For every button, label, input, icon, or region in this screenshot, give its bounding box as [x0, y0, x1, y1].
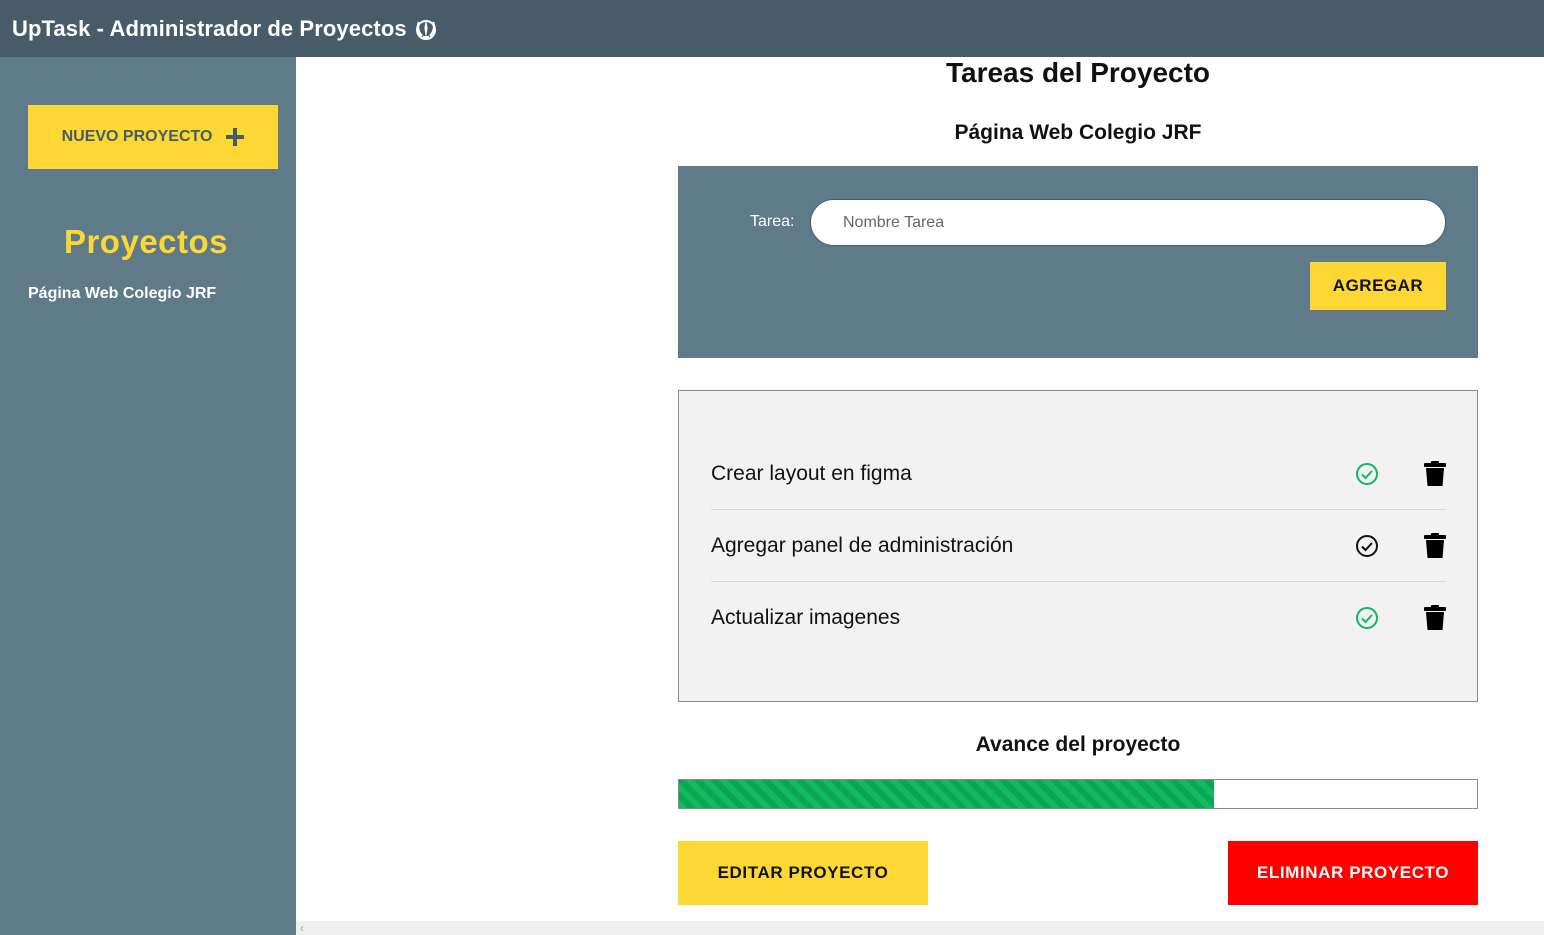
check-circle-icon[interactable] [1355, 606, 1379, 630]
task-text: Crear layout en figma [711, 461, 912, 485]
task-text: Agregar panel de administración [711, 533, 1014, 557]
task-item: Actualizar imagenes [711, 582, 1446, 654]
new-project-label: NUEVO PROYECTO [61, 128, 213, 145]
task-text: Actualizar imagenes [711, 606, 901, 629]
plus-icon [226, 128, 245, 146]
page-title: Tareas del Proyecto [945, 57, 1211, 88]
sidebar: NUEVO PROYECTO Proyectos Página Web Cole… [0, 57, 296, 935]
jedi-order-icon [413, 16, 439, 42]
task-list-panel: Crear layout en figma Agregar panel de a… [678, 390, 1478, 702]
delete-project-button[interactable]: ELIMINAR PROYECTO [1228, 841, 1478, 905]
task-item: Agregar panel de administración [711, 510, 1446, 582]
projects-heading: Proyectos [63, 223, 229, 260]
app-title: UpTask - Administrador de Proyectos [12, 15, 407, 41]
progress-bar [678, 779, 1478, 809]
task-list: Crear layout en figma Agregar panel de a… [711, 438, 1446, 654]
task-name-input[interactable] [810, 199, 1446, 246]
project-name: Página Web Colegio JRF [954, 121, 1202, 144]
sidebar-item-project[interactable]: Página Web Colegio JRF [28, 285, 216, 303]
check-circle-icon[interactable] [1355, 462, 1379, 486]
trash-icon[interactable] [1424, 461, 1446, 486]
progress-title: Avance del proyecto [975, 733, 1181, 756]
task-item: Crear layout en figma [711, 438, 1446, 510]
check-circle-icon[interactable] [1355, 534, 1379, 558]
scroll-left-icon[interactable]: ‹ [300, 921, 304, 935]
progress-bar-fill [679, 780, 1214, 808]
trash-icon[interactable] [1424, 605, 1446, 630]
main-content: Tareas del Proyecto Página Web Colegio J… [296, 57, 1544, 921]
add-task-button[interactable]: AGREGAR [1310, 262, 1446, 310]
horizontal-scrollbar[interactable]: ‹ [296, 921, 1544, 935]
new-task-form: Tarea: AGREGAR [678, 166, 1478, 358]
new-project-button[interactable]: NUEVO PROYECTO [28, 105, 278, 169]
edit-project-button[interactable]: EDITAR PROYECTO [678, 841, 928, 905]
task-label: Tarea: [750, 213, 795, 230]
trash-icon[interactable] [1424, 533, 1446, 558]
app-header: UpTask - Administrador de Proyectos [0, 0, 1544, 57]
